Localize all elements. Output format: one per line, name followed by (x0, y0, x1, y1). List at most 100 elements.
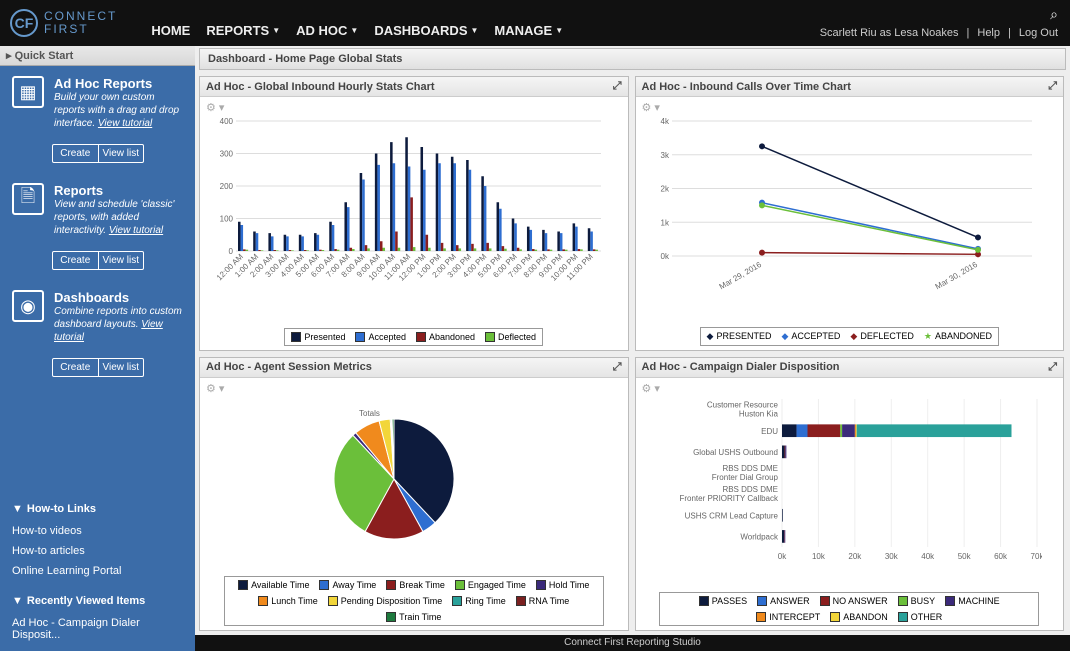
recent-item[interactable]: Ad Hoc - Campaign Dialer Disposit... (0, 613, 195, 645)
svg-text:50k: 50k (957, 552, 971, 561)
chevron-down-icon: ▼ (555, 26, 563, 35)
sidebar-adhoc: ▦ Ad Hoc Reports Build your own custom r… (0, 66, 195, 140)
sidebar-adhoc-buttons: Create View list (52, 144, 144, 163)
svg-text:200: 200 (220, 182, 234, 191)
svg-text:300: 300 (220, 150, 234, 159)
svg-text:60k: 60k (994, 552, 1008, 561)
chart-legend: Presented Accepted Abandoned Deflected (284, 328, 543, 346)
sidebar-dash-desc: Combine reports into custom dashboard la… (54, 305, 183, 344)
panel-title: Ad Hoc - Global Inbound Hourly Stats Cha… (206, 81, 435, 93)
howto-portal[interactable]: Online Learning Portal (0, 561, 195, 581)
svg-text:USHS CRM Lead Capture: USHS CRM Lead Capture (684, 511, 778, 520)
main-nav: HOME REPORTS▼ AD HOC▼ DASHBOARDS▼ MANAGE… (151, 23, 563, 38)
svg-text:Fronter PRIORITY Callback: Fronter PRIORITY Callback (679, 494, 779, 503)
panel-title: Ad Hoc - Campaign Dialer Disposition (642, 361, 840, 373)
sidebar: ▸ Quick Start ▦ Ad Hoc Reports Build you… (0, 46, 195, 651)
svg-text:EDU: EDU (761, 426, 778, 435)
footer: Connect First Reporting Studio (195, 635, 1070, 651)
chevron-down-icon: ▼ (350, 26, 358, 35)
svg-text:70k: 70k (1030, 552, 1041, 561)
breadcrumb: Dashboard - Home Page Global Stats (199, 48, 1066, 70)
sidebar-reports: 🗎 Reports View and schedule 'classic' re… (0, 173, 195, 247)
sidebar-reports-buttons: Create View list (52, 251, 144, 270)
svg-text:0k: 0k (777, 552, 786, 561)
svg-text:0k: 0k (660, 252, 669, 261)
gear-icon[interactable]: ⚙ ▾ (206, 101, 622, 114)
svg-text:RBS DDS DME: RBS DDS DME (722, 485, 778, 494)
expand-icon[interactable]: ⤢ (613, 80, 622, 93)
expand-icon[interactable]: ⤢ (613, 361, 622, 374)
chart-legend: PASSES ANSWER NO ANSWER BUSY MACHINE INT… (659, 592, 1039, 626)
pie-chart: Totals (206, 397, 622, 573)
svg-text:Mar 30, 2016: Mar 30, 2016 (933, 260, 979, 292)
create-button[interactable]: Create (53, 359, 99, 376)
grid-icon: ▦ (12, 76, 44, 108)
expand-icon[interactable]: ⤢ (1048, 80, 1057, 93)
svg-text:0: 0 (229, 247, 234, 256)
chart-legend: Available Time Away Time Break Time Enga… (224, 576, 604, 626)
howto-header[interactable]: ▼ How-to Links (0, 497, 195, 521)
panel-title: Ad Hoc - Agent Session Metrics (206, 361, 372, 373)
app-header: CF CONNECTFIRST HOME REPORTS▼ AD HOC▼ DA… (0, 0, 1070, 46)
svg-text:40k: 40k (921, 552, 935, 561)
expand-icon[interactable]: ⤢ (1048, 361, 1057, 374)
svg-text:1k: 1k (660, 218, 669, 227)
hbar-chart: 0k10k20k30k40k50k60k70kCustomer Resource… (642, 397, 1058, 589)
view-list-button[interactable]: View list (99, 252, 144, 269)
gear-icon[interactable]: ⚙ ▾ (642, 101, 1058, 114)
line-chart: 0k1k2k3k4kMar 29, 2016Mar 30, 2016 (642, 116, 1058, 323)
sidebar-dash-buttons: Create View list (52, 358, 144, 377)
svg-text:400: 400 (220, 117, 234, 126)
header-right: ⌕ Scarlett Riu as Lesa Noakes | Help | L… (820, 6, 1058, 39)
sidebar-reports-desc: View and schedule 'classic' reports, wit… (54, 198, 183, 237)
panel-inbound-over-time: Ad Hoc - Inbound Calls Over Time Chart⤢ … (635, 76, 1065, 351)
help-link[interactable]: Help (977, 27, 1000, 39)
panel-campaign-dialer: Ad Hoc - Campaign Dialer Disposition ⤢ ⚙ … (635, 357, 1065, 632)
chevron-down-icon: ▼ (470, 26, 478, 35)
panel-agent-session: Ad Hoc - Agent Session Metrics ⤢ ⚙ ▾ Tota… (199, 357, 629, 632)
svg-text:Huston Kia: Huston Kia (738, 409, 778, 418)
panel-hourly-stats: Ad Hoc - Global Inbound Hourly Stats Cha… (199, 76, 629, 351)
view-tutorial-link[interactable]: View tutorial (98, 118, 152, 129)
chevron-down-icon: ▼ (272, 26, 280, 35)
search-icon[interactable]: ⌕ (1050, 6, 1058, 23)
svg-text:Fronter Dial Group: Fronter Dial Group (711, 472, 778, 481)
sidebar-adhoc-title: Ad Hoc Reports (54, 76, 183, 91)
logout-link[interactable]: Log Out (1019, 27, 1058, 39)
view-list-button[interactable]: View list (99, 145, 144, 162)
view-list-button[interactable]: View list (99, 359, 144, 376)
brand-logo: CF CONNECTFIRST (0, 9, 127, 37)
sidebar-adhoc-desc: Build your own custom reports with a dra… (54, 91, 183, 130)
howto-videos[interactable]: How-to videos (0, 521, 195, 541)
sidebar-dash-title: Dashboards (54, 290, 183, 305)
chart-legend: ◆PRESENTED ◆ACCEPTED ◆DEFLECTED ★ABANDON… (700, 327, 999, 346)
user-label: Scarlett Riu as Lesa Noakes (820, 27, 959, 39)
svg-text:3k: 3k (660, 151, 669, 160)
svg-text:Customer Resource: Customer Resource (706, 400, 778, 409)
recent-header[interactable]: ▼ Recently Viewed Items (0, 589, 195, 613)
bar-chart: 010020030040012:00 AM1:00 AM2:00 AM3:00 … (206, 116, 622, 324)
quickstart-header: ▸ Quick Start (0, 46, 195, 66)
main-content: Dashboard - Home Page Global Stats Ad Ho… (195, 46, 1070, 651)
howto-articles[interactable]: How-to articles (0, 541, 195, 561)
svg-text:4k: 4k (660, 117, 669, 126)
create-button[interactable]: Create (53, 252, 99, 269)
create-button[interactable]: Create (53, 145, 99, 162)
svg-text:Worldpack: Worldpack (740, 532, 779, 541)
nav-reports[interactable]: REPORTS▼ (206, 23, 280, 38)
svg-text:100: 100 (220, 215, 234, 224)
view-tutorial-link[interactable]: View tutorial (109, 225, 163, 236)
nav-adhoc[interactable]: AD HOC▼ (296, 23, 358, 38)
svg-text:2k: 2k (660, 185, 669, 194)
svg-text:10k: 10k (811, 552, 825, 561)
svg-text:Global USHS Outbound: Global USHS Outbound (693, 448, 778, 457)
gear-icon[interactable]: ⚙ ▾ (642, 382, 1058, 395)
gauge-icon: ◉ (12, 290, 44, 322)
nav-home[interactable]: HOME (151, 23, 190, 38)
gear-icon[interactable]: ⚙ ▾ (206, 382, 622, 395)
document-icon: 🗎 (12, 183, 44, 215)
svg-text:20k: 20k (848, 552, 862, 561)
nav-dashboards[interactable]: DASHBOARDS▼ (374, 23, 478, 38)
nav-manage[interactable]: MANAGE▼ (494, 23, 563, 38)
panel-title: Ad Hoc - Inbound Calls Over Time Chart (642, 81, 851, 93)
